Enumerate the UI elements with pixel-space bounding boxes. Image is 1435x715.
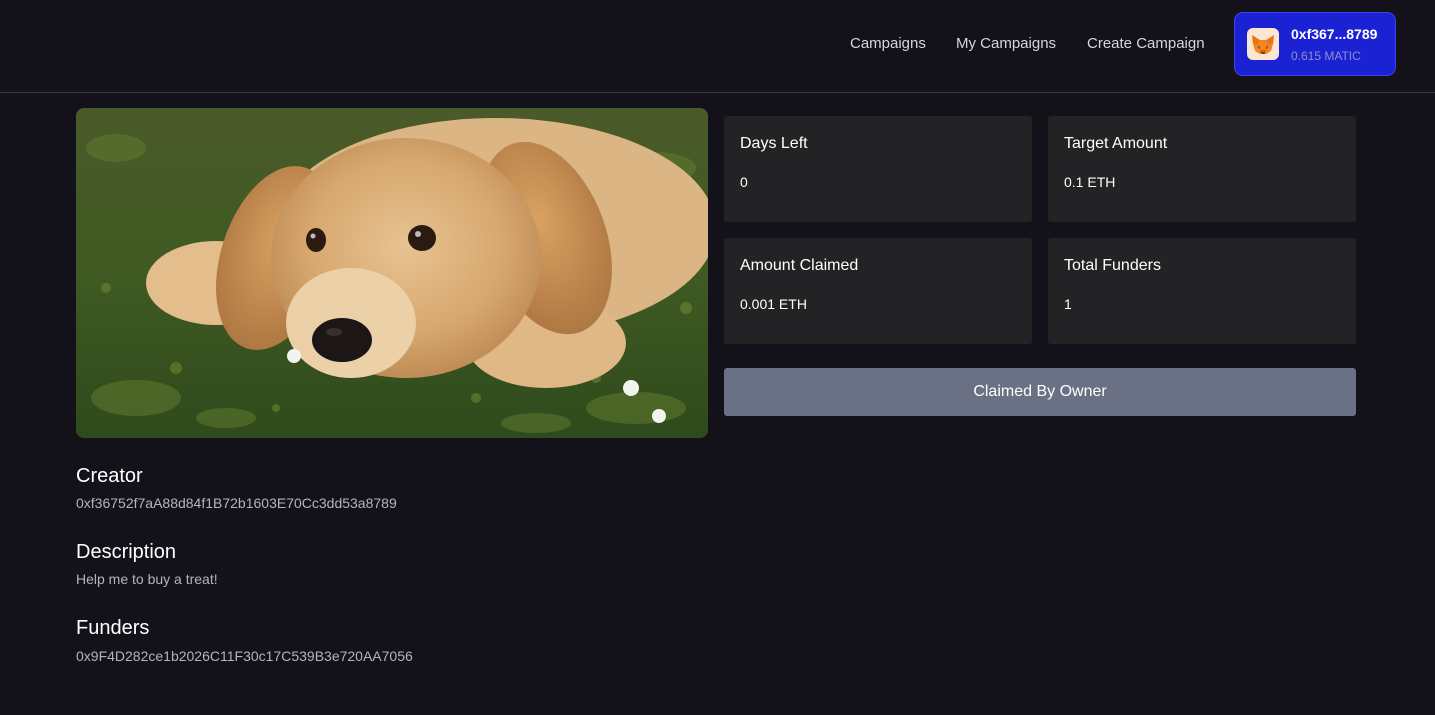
wallet-button[interactable]: 0xf367...8789 0.615 MATIC [1234, 12, 1396, 76]
wallet-address: 0xf367...8789 [1291, 26, 1378, 42]
stat-label: Total Funders [1064, 257, 1161, 274]
nav-link-my-campaigns[interactable]: My Campaigns [956, 35, 1056, 52]
wallet-balance: 0.615 MATIC [1291, 49, 1361, 63]
description-text: Help me to buy a treat! [76, 571, 218, 587]
creator-address: 0xf36752f7aA88d84f1B72b1603E70Cc3dd53a87… [76, 495, 397, 511]
stat-card-days-left: Days Left 0 [724, 116, 1032, 222]
campaign-image [76, 108, 708, 438]
description-title: Description [76, 541, 177, 563]
stat-card-total-funders: Total Funders 1 [1048, 238, 1356, 344]
creator-title: Creator [76, 465, 143, 487]
stat-value: 1 [1064, 296, 1072, 312]
nav-link-create-campaign[interactable]: Create Campaign [1087, 35, 1205, 52]
nav-link-campaigns[interactable]: Campaigns [850, 35, 926, 52]
stat-card-amount-claimed: Amount Claimed 0.001 ETH [724, 238, 1032, 344]
stat-value: 0.1 ETH [1064, 174, 1116, 190]
stat-card-target-amount: Target Amount 0.1 ETH [1048, 116, 1356, 222]
stat-label: Days Left [740, 135, 808, 152]
navbar: Campaigns My Campaigns Create Campaign 0… [0, 0, 1435, 93]
stat-value: 0 [740, 174, 748, 190]
funder-address: 0x9F4D282ce1b2026C11F30c17C539B3e720AA70… [76, 648, 413, 664]
metamask-fox-icon [1247, 28, 1279, 60]
claimed-by-owner-button[interactable]: Claimed By Owner [724, 368, 1356, 416]
stat-label: Amount Claimed [740, 257, 859, 274]
stat-value: 0.001 ETH [740, 296, 807, 312]
stat-label: Target Amount [1064, 135, 1168, 152]
funders-title: Funders [76, 617, 150, 639]
